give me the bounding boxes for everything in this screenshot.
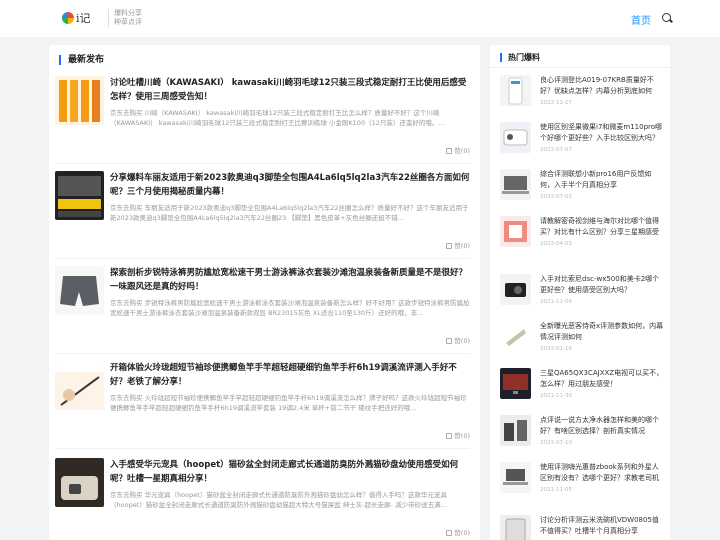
sidebar-item-title[interactable]: 全新曝光恶客侍奇x评测参数如何，内幕情况评测如何: [540, 321, 665, 343]
post-thumbnail[interactable]: [55, 458, 104, 507]
site-slogan: 爆料分享 种草点评: [108, 9, 158, 27]
sidebar-item-title[interactable]: 综合评测联想小新pro16用户反馈如何，入手半个月真相分享: [540, 169, 665, 191]
sidebar-item-date: 2023-07-10: [540, 440, 572, 446]
sidebar-item-title[interactable]: 良心评测登比A019-07KRB质量好不好？优缺点怎样？内幕分析到底如何: [540, 75, 665, 97]
sidebar-item[interactable]: 讨论分析评测云米洗碗机VDW0805值不值得买？吐槽半个月真相分享 2023-0…: [500, 515, 665, 540]
sidebar-item-title[interactable]: 点评说一说方太净水器怎样和美的哪个好？有啥区别选择？剖析真实情况: [540, 415, 665, 437]
post-description: 京东去购买 川崎（KAWASAKI） kawasaki川崎羽毛球12只装三段式稳…: [110, 109, 445, 127]
search-icon[interactable]: [662, 13, 671, 22]
post-description: 京东去购买 火玲珑超短节袖珍便携鲫鱼竿手竿超轻超硬细钓鱼竿手杆6h19调溪流怎么…: [110, 394, 467, 412]
post-thumbnail[interactable]: [55, 171, 104, 220]
sidebar-item-date: 2023-07-01: [540, 194, 572, 200]
thumbs-up-icon: [446, 148, 453, 154]
sidebar-item[interactable]: 使用评测嗨光惠普zbook系列和外星人区别有没有？选哪个更好？求教老司机解答 2…: [500, 462, 665, 504]
post-title[interactable]: 开箱体验火玲珑超短节袖珍便携鲫鱼竿手竿超轻超硬细钓鱼竿手杆6h19调溪流评测入手…: [110, 361, 470, 389]
top-header: i记 爆料分享 种草点评 首页: [0, 0, 720, 37]
sidebar-item-title[interactable]: 三星QA65QX3CAJXXZ电视可以买不，怎么样？用过朋友感受！: [540, 368, 665, 390]
thumbs-up-icon: [446, 530, 453, 536]
sidebar-item-title[interactable]: 讨论分析评测云米洗碗机VDW0805值不值得买？吐槽半个月真相分享: [540, 515, 665, 537]
sidebar-item[interactable]: 入手对比索尼dsc-wx500和美卡2哪个更好些？使用感受区别大吗？ 2021-…: [500, 274, 665, 316]
like-button[interactable]: 赞(0): [446, 240, 470, 250]
post-title[interactable]: 入手感受华元宠具（hoopet）猫砂盆全封闭走廊式长通道防臭防外溅猫砂盘幼使用感…: [110, 458, 470, 486]
post-description: 京东去购买 车丽友适用于新2023款奥迪q3脚垫全包围A4La6lq5lq2la…: [110, 204, 469, 222]
sidebar-item-date: 2021-11-05: [540, 487, 572, 493]
nav-home-link[interactable]: 首页: [631, 12, 651, 27]
latest-posts-panel: 最新发布 讨论吐槽川崎（KAWASAKI） kawasaki川崎羽毛球12只装三…: [49, 45, 480, 540]
logo-icon: [62, 12, 74, 24]
site-logo[interactable]: i记: [62, 10, 100, 26]
sidebar-item-date: 2023-04-03: [540, 241, 572, 247]
thumbs-up-icon: [446, 338, 453, 344]
sidebar-thumbnail[interactable]: [500, 122, 531, 153]
sidebar-thumbnail[interactable]: [500, 515, 531, 540]
like-button[interactable]: 赞(0): [446, 527, 470, 537]
post-description: 京东去购买 华元宠具（hoopet）猫砂盆全封闭走廊式长通道防臭防外溅猫砂盘幼怎…: [110, 491, 447, 509]
sidebar-item[interactable]: 综合评测联想小新pro16用户反馈如何，入手半个月真相分享 2023-07-01: [500, 169, 665, 211]
thumbs-up-icon: [446, 433, 453, 439]
sidebar-item-title[interactable]: 使用评测嗨光惠普zbook系列和外星人区别有没有？选哪个更好？求教老司机解答: [540, 462, 665, 484]
post-description: 京东去购买 步锐特泳裤男防尴尬宽松速干男士游泳裤泳衣套装沙滩泡温泉装备新怎么样？…: [110, 299, 470, 317]
post-title[interactable]: 分享爆料车丽友适用于新2023款奥迪q3脚垫全包围A4La6lq5lq2la3汽…: [110, 171, 470, 199]
sidebar-item[interactable]: 全新曝光恶客侍奇x评测参数如何，内幕情况评测如何 2023-01-16: [500, 321, 665, 363]
sidebar-thumbnail[interactable]: [500, 415, 531, 446]
section-title: 最新发布: [59, 55, 104, 65]
divider: [490, 67, 670, 68]
post-item[interactable]: 分享爆料车丽友适用于新2023款奥迪q3脚垫全包围A4La6lq5lq2la3汽…: [55, 171, 470, 259]
post-item[interactable]: 开箱体验火玲珑超短节袖珍便携鲫鱼竿手竿超轻超硬细钓鱼竿手杆6h19调溪流评测入手…: [55, 361, 470, 449]
sidebar-item-date: 2021-11-30: [540, 393, 572, 399]
post-item[interactable]: 入手感受华元宠具（hoopet）猫砂盆全封闭走廊式长通道防臭防外溅猫砂盘幼使用感…: [55, 458, 470, 540]
sidebar-item[interactable]: 点评说一说方太净水器怎样和美的哪个好？有啥区别选择？剖析真实情况 2023-07…: [500, 415, 665, 457]
sidebar-thumbnail[interactable]: [500, 216, 531, 247]
sidebar-title: 热门爆料: [500, 53, 540, 62]
like-button[interactable]: 赞(0): [446, 335, 470, 345]
sidebar-thumbnail[interactable]: [500, 462, 531, 493]
post-title[interactable]: 探索剖析步锐特泳裤男防尴尬宽松速干男士游泳裤泳衣套装沙滩泡温泉装备新质量是不是很…: [110, 266, 470, 294]
thumbs-up-icon: [446, 243, 453, 249]
post-item[interactable]: 探索剖析步锐特泳裤男防尴尬宽松速干男士游泳裤泳衣套装沙滩泡温泉装备新质量是不是很…: [55, 266, 470, 354]
like-button[interactable]: 赞(0): [446, 430, 470, 440]
sidebar-item[interactable]: 使用区别坚果微果i7和微麦m110pro哪个好哪个更好些？入手比较区别大吗？ 2…: [500, 122, 665, 164]
post-thumbnail[interactable]: [55, 361, 104, 410]
sidebar-thumbnail[interactable]: [500, 169, 531, 200]
post-item[interactable]: 讨论吐槽川崎（KAWASAKI） kawasaki川崎羽毛球12只装三段式稳定耐…: [55, 76, 470, 164]
sidebar-thumbnail[interactable]: [500, 274, 531, 305]
sidebar-item[interactable]: 三星QA65QX3CAJXXZ电视可以买不，怎么样？用过朋友感受！ 2021-1…: [500, 368, 665, 410]
like-button[interactable]: 赞(0): [446, 145, 470, 155]
sidebar-item-title[interactable]: 入手对比索尼dsc-wx500和美卡2哪个更好些？使用感受区别大吗？: [540, 274, 665, 296]
sidebar-item-date: 2023-01-16: [540, 346, 572, 352]
post-thumbnail[interactable]: [55, 76, 104, 125]
hot-sidebar: 热门爆料 良心评测登比A019-07KRB质量好不好？优缺点怎样？内幕分析到底如…: [490, 45, 670, 540]
sidebar-thumbnail[interactable]: [500, 321, 531, 352]
sidebar-thumbnail[interactable]: [500, 368, 531, 399]
post-thumbnail[interactable]: [55, 266, 104, 315]
sidebar-item-title[interactable]: 使用区别坚果微果i7和微麦m110pro哪个好哪个更好些？入手比较区别大吗？: [540, 122, 665, 144]
sidebar-item[interactable]: 请教解密奇视剑维与海尔对比哪个值得买？对比有什么区别？分享三星期感受告知 202…: [500, 216, 665, 258]
sidebar-thumbnail[interactable]: [500, 75, 531, 106]
post-title[interactable]: 讨论吐槽川崎（KAWASAKI） kawasaki川崎羽毛球12只装三段式稳定耐…: [110, 76, 470, 104]
sidebar-item-date: 2021-11-04: [540, 299, 572, 305]
sidebar-item-date: 2022-11-27: [540, 100, 572, 106]
sidebar-item-title[interactable]: 请教解密奇视剑维与海尔对比哪个值得买？对比有什么区别？分享三星期感受告知: [540, 216, 665, 238]
sidebar-item[interactable]: 良心评测登比A019-07KRB质量好不好？优缺点怎样？内幕分析到底如何 202…: [500, 75, 665, 117]
sidebar-item-date: 2023-07-07: [540, 147, 572, 153]
